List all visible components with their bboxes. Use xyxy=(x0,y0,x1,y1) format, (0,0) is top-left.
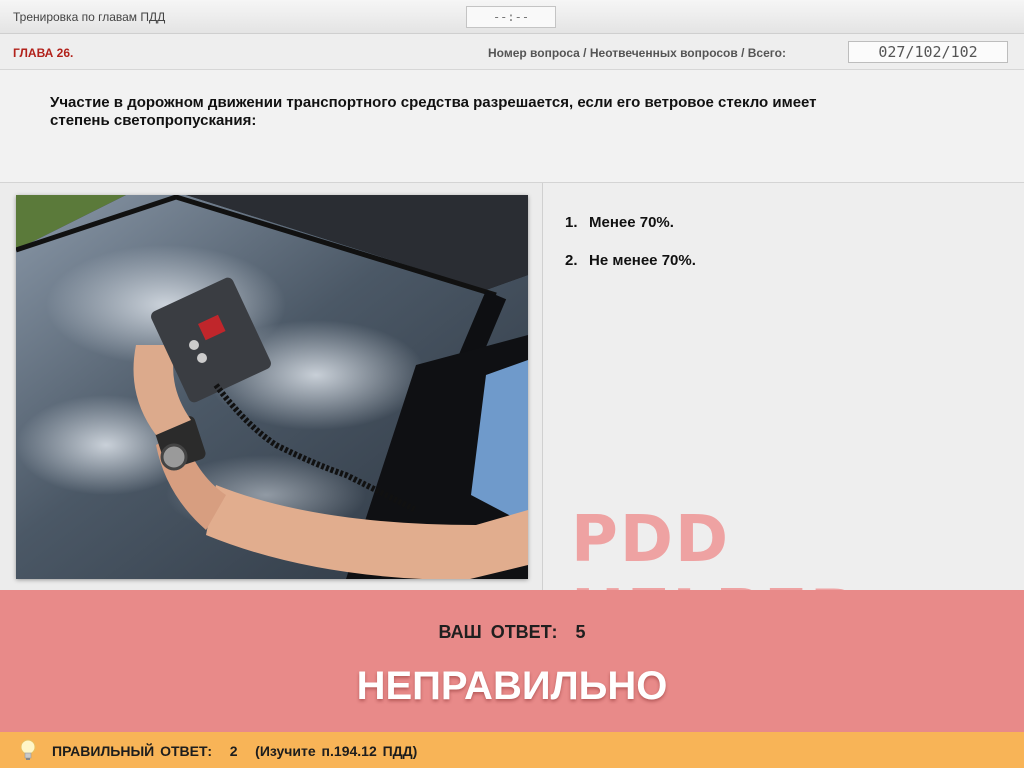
answer-text: Не менее 70%. xyxy=(589,252,696,269)
timer-display: --:-- xyxy=(466,6,556,28)
question-photo xyxy=(16,195,528,579)
answer-number: 2. xyxy=(565,252,578,269)
app-title: Тренировка по главам ПДД xyxy=(13,10,166,24)
chapter-bar: ГЛАВА 26. Номер вопроса / Неотвеченных в… xyxy=(0,34,1024,70)
correct-answer-bar: ПРАВИЛЬНЫЙ ОТВЕТ: 2 (Изучите п.194.12 ПД… xyxy=(0,732,1024,768)
verdict-text: НЕПРАВИЛЬНО xyxy=(356,664,668,708)
result-panel: ВАШ ОТВЕТ: 5 НЕПРАВИЛЬНО xyxy=(0,590,1024,732)
content-area: 1.Менее 70%. 2.Не менее 70%. PDD HELPER xyxy=(0,183,1024,651)
correct-answer-label: ПРАВИЛЬНЫЙ ОТВЕТ: xyxy=(52,743,213,759)
your-answer-value: 5 xyxy=(575,622,586,642)
image-panel xyxy=(0,183,543,590)
chapter-label: ГЛАВА 26. xyxy=(13,46,74,60)
lightbulb-icon xyxy=(18,738,38,762)
question-counter-value: 027/102/102 xyxy=(848,41,1008,63)
answer-option-2[interactable]: 2. Не менее 70%. xyxy=(565,252,696,269)
correct-answer-hint: (Изучите п.194.12 ПДД) xyxy=(255,743,418,759)
correct-answer-value: 2 xyxy=(229,743,238,759)
your-answer-label: ВАШ ОТВЕТ: xyxy=(438,622,558,642)
answer-number: 1. xyxy=(565,214,578,231)
question-counter-label: Номер вопроса / Неотвеченных вопросов / … xyxy=(488,46,786,60)
answers-panel: 1.Менее 70%. 2.Не менее 70%. PDD HELPER xyxy=(543,183,1024,651)
your-answer: ВАШ ОТВЕТ: 5 xyxy=(0,622,1024,643)
question-text: Участие в дорожном движении транспортног… xyxy=(50,94,817,129)
answer-option-1[interactable]: 1. Менее 70%. xyxy=(565,214,674,231)
correct-answer-text: ПРАВИЛЬНЫЙ ОТВЕТ: 2 (Изучите п.194.12 ПД… xyxy=(52,743,417,759)
top-bar: Тренировка по главам ПДД --:-- xyxy=(0,0,1024,34)
answer-text: Менее 70%. xyxy=(589,214,674,231)
question-panel: Участие в дорожном движении транспортног… xyxy=(0,70,1024,183)
